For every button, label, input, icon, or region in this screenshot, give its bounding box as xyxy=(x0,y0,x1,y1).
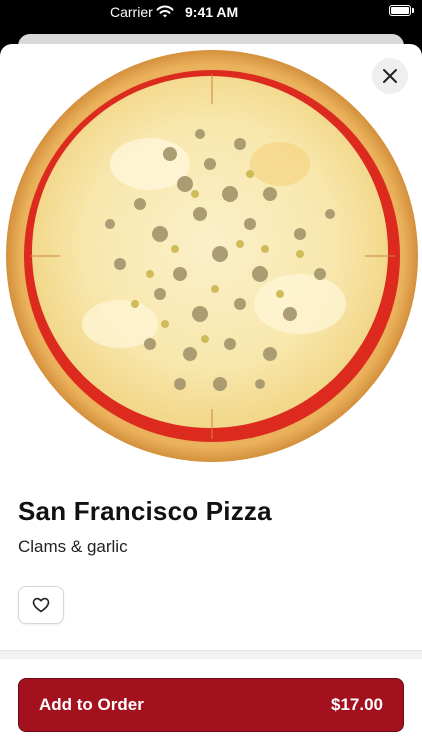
add-to-order-label: Add to Order xyxy=(39,695,144,714)
section-divider xyxy=(0,650,422,659)
pizza-image xyxy=(0,44,422,484)
pizza-illustration xyxy=(6,50,418,462)
close-icon xyxy=(383,69,397,83)
carrier-label: Carrier xyxy=(110,4,153,20)
battery-tip xyxy=(412,8,414,13)
favorite-button[interactable] xyxy=(18,586,64,624)
battery-icon xyxy=(389,5,411,16)
heart-icon xyxy=(32,597,50,613)
close-button[interactable] xyxy=(372,58,408,94)
price-label: $17.00 xyxy=(331,695,383,714)
product-detail-sheet: San Francisco Pizza Clams & garlic Add t… xyxy=(0,44,422,750)
product-description: Clams & garlic xyxy=(18,537,128,556)
wifi-icon xyxy=(156,5,174,18)
product-title: San Francisco Pizza xyxy=(18,496,272,526)
add-to-order-button[interactable]: Add to Order $17.00 xyxy=(18,678,404,732)
status-bar: Carrier 9:41 AM xyxy=(0,0,422,24)
clock-time: 9:41 AM xyxy=(185,4,239,20)
